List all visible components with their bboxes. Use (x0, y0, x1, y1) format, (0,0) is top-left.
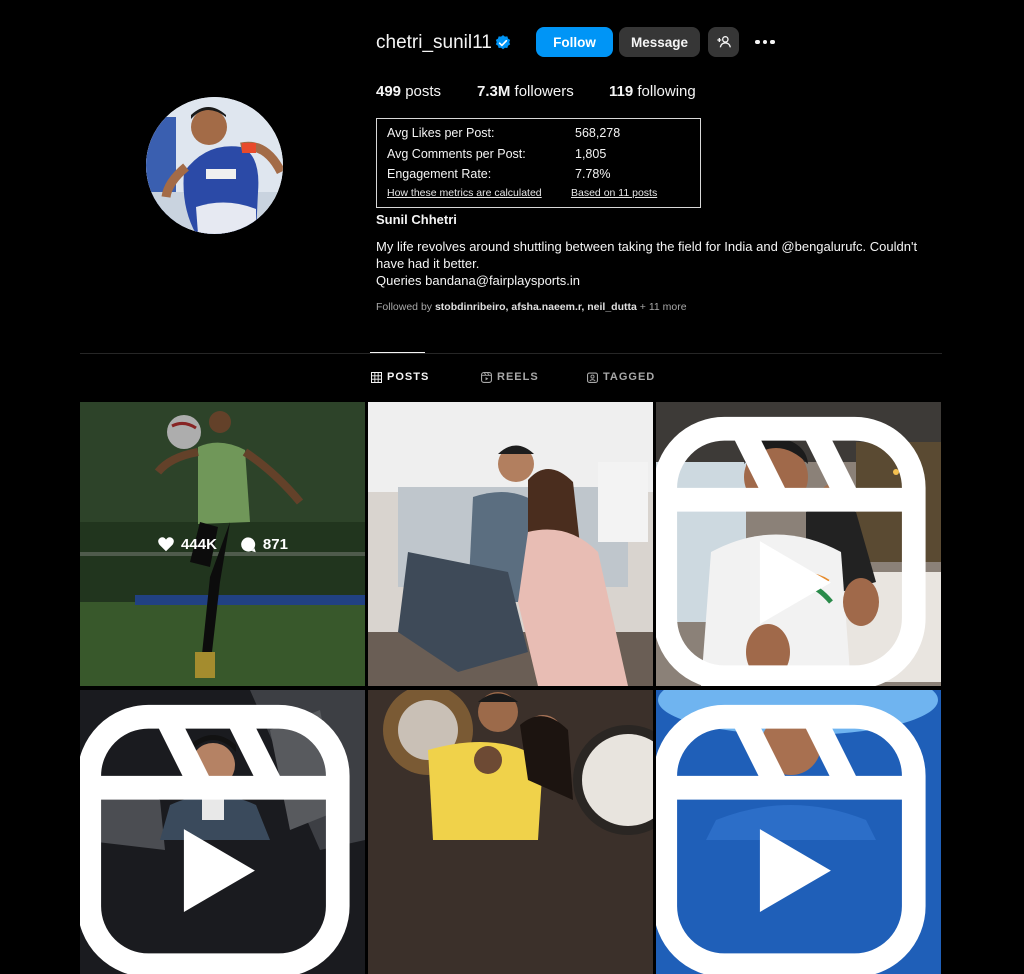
follow-button[interactable]: Follow (536, 27, 613, 57)
grid-post-1[interactable]: 444K 871 (80, 402, 365, 686)
posts-count-stat: 499 posts (376, 83, 442, 100)
verified-badge-icon (495, 35, 511, 50)
avg-likes-value: 568,278 (575, 126, 621, 140)
more-options-icon[interactable] (752, 32, 778, 52)
engagement-rate-value: 7.78% (575, 167, 611, 181)
add-user-icon (716, 36, 731, 48)
avatar-photo (146, 97, 283, 234)
post-hover-stats: 444K 871 (80, 402, 365, 686)
engagement-metrics-panel: Avg Likes per Post: 568,278 Avg Comments… (376, 118, 701, 208)
message-button[interactable]: Message (619, 27, 700, 57)
reel-badge-icon (656, 416, 926, 686)
active-tab-indicator (370, 352, 425, 353)
bio-contact: Queries bandana@fairplaysports.in (376, 273, 580, 288)
avg-likes-label: Avg Likes per Post: (387, 126, 495, 140)
likes-stat: 444K (157, 536, 217, 553)
avg-comments-label: Avg Comments per Post: (387, 147, 526, 161)
grid-post-6[interactable] (656, 690, 941, 974)
followed-by-text[interactable]: Followed by stobdinribeiro, afsha.naeem.… (376, 301, 687, 313)
grid-icon (371, 371, 382, 383)
following-link[interactable]: 119 following (609, 83, 696, 100)
metrics-basis-link[interactable]: Based on 11 posts (571, 187, 657, 199)
engagement-rate-label: Engagement Rate: (387, 167, 492, 181)
profile-username: chetri_sunil11 (376, 32, 492, 53)
grid-post-5[interactable] (368, 690, 653, 974)
suggested-accounts-button[interactable] (708, 27, 739, 57)
tab-reels[interactable]: REELS (481, 371, 539, 383)
grid-post-2[interactable] (368, 402, 653, 686)
post-image (368, 402, 653, 686)
reels-icon (481, 371, 492, 383)
tab-tagged[interactable]: TAGGED (587, 371, 655, 383)
grid-post-3[interactable] (656, 402, 941, 686)
bio-text: My life revolves around shuttling betwee… (376, 239, 918, 271)
comment-icon (241, 536, 256, 552)
comments-stat: 871 (239, 536, 288, 553)
profile-bio: My life revolves around shuttling betwee… (376, 238, 936, 289)
profile-full-name: Sunil Chhetri (376, 212, 457, 227)
heart-icon (158, 537, 174, 552)
tagged-icon (587, 372, 598, 383)
tabs-divider (80, 353, 942, 354)
post-image (368, 690, 653, 974)
grid-post-4[interactable] (80, 690, 365, 974)
avg-comments-value: 1,805 (575, 147, 607, 161)
tab-posts[interactable]: POSTS (371, 371, 429, 383)
followers-link[interactable]: 7.3M followers (477, 83, 574, 100)
profile-avatar[interactable] (146, 97, 283, 234)
metrics-calculation-link[interactable]: How these metrics are calculated (387, 187, 542, 199)
